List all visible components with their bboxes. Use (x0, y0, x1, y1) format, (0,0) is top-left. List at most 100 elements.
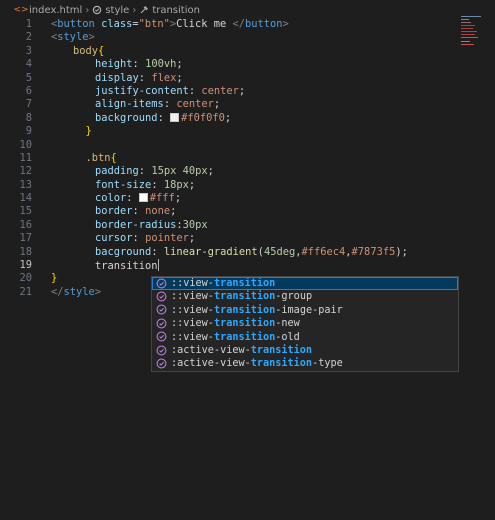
code-token: : (126, 192, 139, 205)
code-token: : (132, 232, 146, 245)
code-token: : (151, 178, 164, 191)
code-token: border-radius (95, 218, 177, 231)
code-line[interactable]: 12 padding: 15px 40px; (0, 165, 495, 178)
code-token: </ (232, 18, 245, 30)
code-token: : (132, 58, 146, 71)
symbol-element-icon (92, 5, 102, 15)
code-line[interactable]: 7 align-items: center; (0, 98, 495, 111)
line-number: 1 (25, 18, 32, 30)
code-line[interactable]: 17 cursor: pointer; (0, 232, 495, 245)
symbol-property-icon (156, 304, 168, 316)
line-number: 12 (19, 165, 32, 178)
code-line[interactable]: 16 border-radius:30px (0, 219, 495, 232)
suggestion-item[interactable]: :active-view-transition (152, 344, 458, 357)
code-line[interactable]: 4 height: 100vh; (0, 58, 495, 71)
code-line[interactable]: 10 (0, 139, 495, 152)
code-token: : (138, 165, 152, 178)
code-token: .btn (73, 151, 111, 164)
code-token: ; (188, 232, 196, 245)
code-token: > (282, 18, 289, 30)
breadcrumb-file-label: index.html (29, 4, 83, 16)
code-token: border (95, 205, 133, 218)
code-token: : (163, 98, 177, 111)
text-cursor (157, 259, 159, 272)
code-token: #f0f0f0 (181, 111, 225, 124)
suggestion-label: :active-view-transition (171, 344, 313, 356)
code-token: ; (207, 165, 214, 178)
suggestion-label: ::view-transition (171, 278, 276, 289)
line-number: 5 (25, 71, 32, 84)
code-token: button (57, 18, 95, 30)
line-number: 18 (19, 245, 32, 258)
line-number: 19 (19, 259, 32, 272)
suggestion-label: ::view-transition-group (171, 291, 313, 303)
breadcrumb-file[interactable]: <> index.html (13, 4, 83, 16)
code-token: : (157, 111, 171, 124)
code-token: ; (213, 98, 221, 111)
code-line[interactable]: 6 justify-content: center; (0, 85, 495, 98)
code-text: cursor: pointer; (51, 232, 195, 245)
color-swatch[interactable] (138, 193, 148, 203)
code-token: pointer (145, 232, 189, 245)
code-text: display: flex; (51, 72, 183, 85)
color-swatch[interactable] (170, 112, 180, 122)
code-line[interactable]: 1 <button class="btn">Click me </button> (0, 18, 495, 31)
code-text: font-size: 18px; (51, 179, 195, 192)
code-line[interactable]: 15 border: none; (0, 205, 495, 218)
line-number: 17 (19, 232, 32, 245)
symbol-property-icon (156, 291, 168, 303)
code-token: : (151, 245, 164, 258)
code-token: button (245, 18, 283, 30)
code-token: 100vh (145, 58, 177, 71)
suggestion-label: ::view-transition-new (171, 318, 300, 330)
code-line[interactable]: 9 } (0, 125, 495, 138)
code-line[interactable]: 13 font-size: 18px; (0, 179, 495, 192)
suggestion-item[interactable]: :active-view-transition-type (152, 357, 458, 370)
suggestion-item[interactable]: ::view-transition-new (152, 317, 458, 330)
code-line[interactable]: 18 bacground: linear-gradient(45deg,#ff6e… (0, 246, 495, 259)
code-token: cursor (95, 232, 133, 245)
line-number: 9 (25, 125, 32, 138)
suggestion-item[interactable]: ::view-transition-group (152, 290, 458, 303)
code-editor[interactable]: 1 <button class="btn">Click me </button> 2… (0, 18, 495, 299)
code-token: none (145, 205, 171, 218)
code-line[interactable]: 8 background: #f0f0f0; (0, 112, 495, 125)
code-text: <style> (51, 31, 95, 44)
symbol-property-icon (156, 345, 168, 357)
code-token: ; (176, 58, 183, 71)
suggestion-item[interactable]: ::view-transition-image-pair (152, 304, 458, 317)
code-line[interactable]: 2 <style> (0, 31, 495, 44)
code-line[interactable]: 11 .btn{ (0, 152, 495, 165)
code-token: : (188, 84, 202, 97)
suggestion-item[interactable]: ::view-transition (152, 277, 458, 291)
breadcrumb-property[interactable]: transition (139, 5, 200, 16)
code-token: 18px (163, 178, 189, 191)
code-token: } (51, 272, 58, 285)
code-token: color (95, 192, 127, 205)
code-token: ; (224, 111, 232, 124)
breadcrumb-element[interactable]: style (92, 5, 129, 16)
code-line[interactable]: 14 color: #fff; (0, 192, 495, 205)
code-line[interactable]: 5 display: flex; (0, 72, 495, 85)
code-token: #7873f5 (351, 245, 396, 258)
code-token: ); (395, 245, 408, 258)
line-number: 13 (19, 178, 32, 191)
code-text: height: 100vh; (51, 58, 183, 71)
code-text: <button class="btn">Click me </button> (51, 18, 289, 31)
suggestion-label: :active-view-transition-type (171, 358, 343, 370)
code-token: font-size (95, 178, 152, 191)
code-line[interactable]: 3 body{ (0, 45, 495, 58)
code-text: </style> (51, 286, 101, 299)
code-text: padding: 15px 40px; (51, 165, 214, 178)
line-number: 20 (19, 272, 32, 285)
suggest-widget[interactable]: ::view-transition::view-transition-group… (151, 276, 459, 372)
code-token: #fff (149, 192, 175, 205)
chevron-right-icon: › (132, 4, 137, 16)
code-text: transition (51, 259, 159, 273)
suggestion-item[interactable]: ::view-transition-old (152, 331, 458, 344)
code-line[interactable]: 19 transition (0, 259, 495, 272)
line-number: 8 (25, 111, 32, 124)
code-token: transition (95, 260, 158, 273)
code-token: class (101, 18, 133, 30)
code-text: body{ (51, 45, 104, 58)
